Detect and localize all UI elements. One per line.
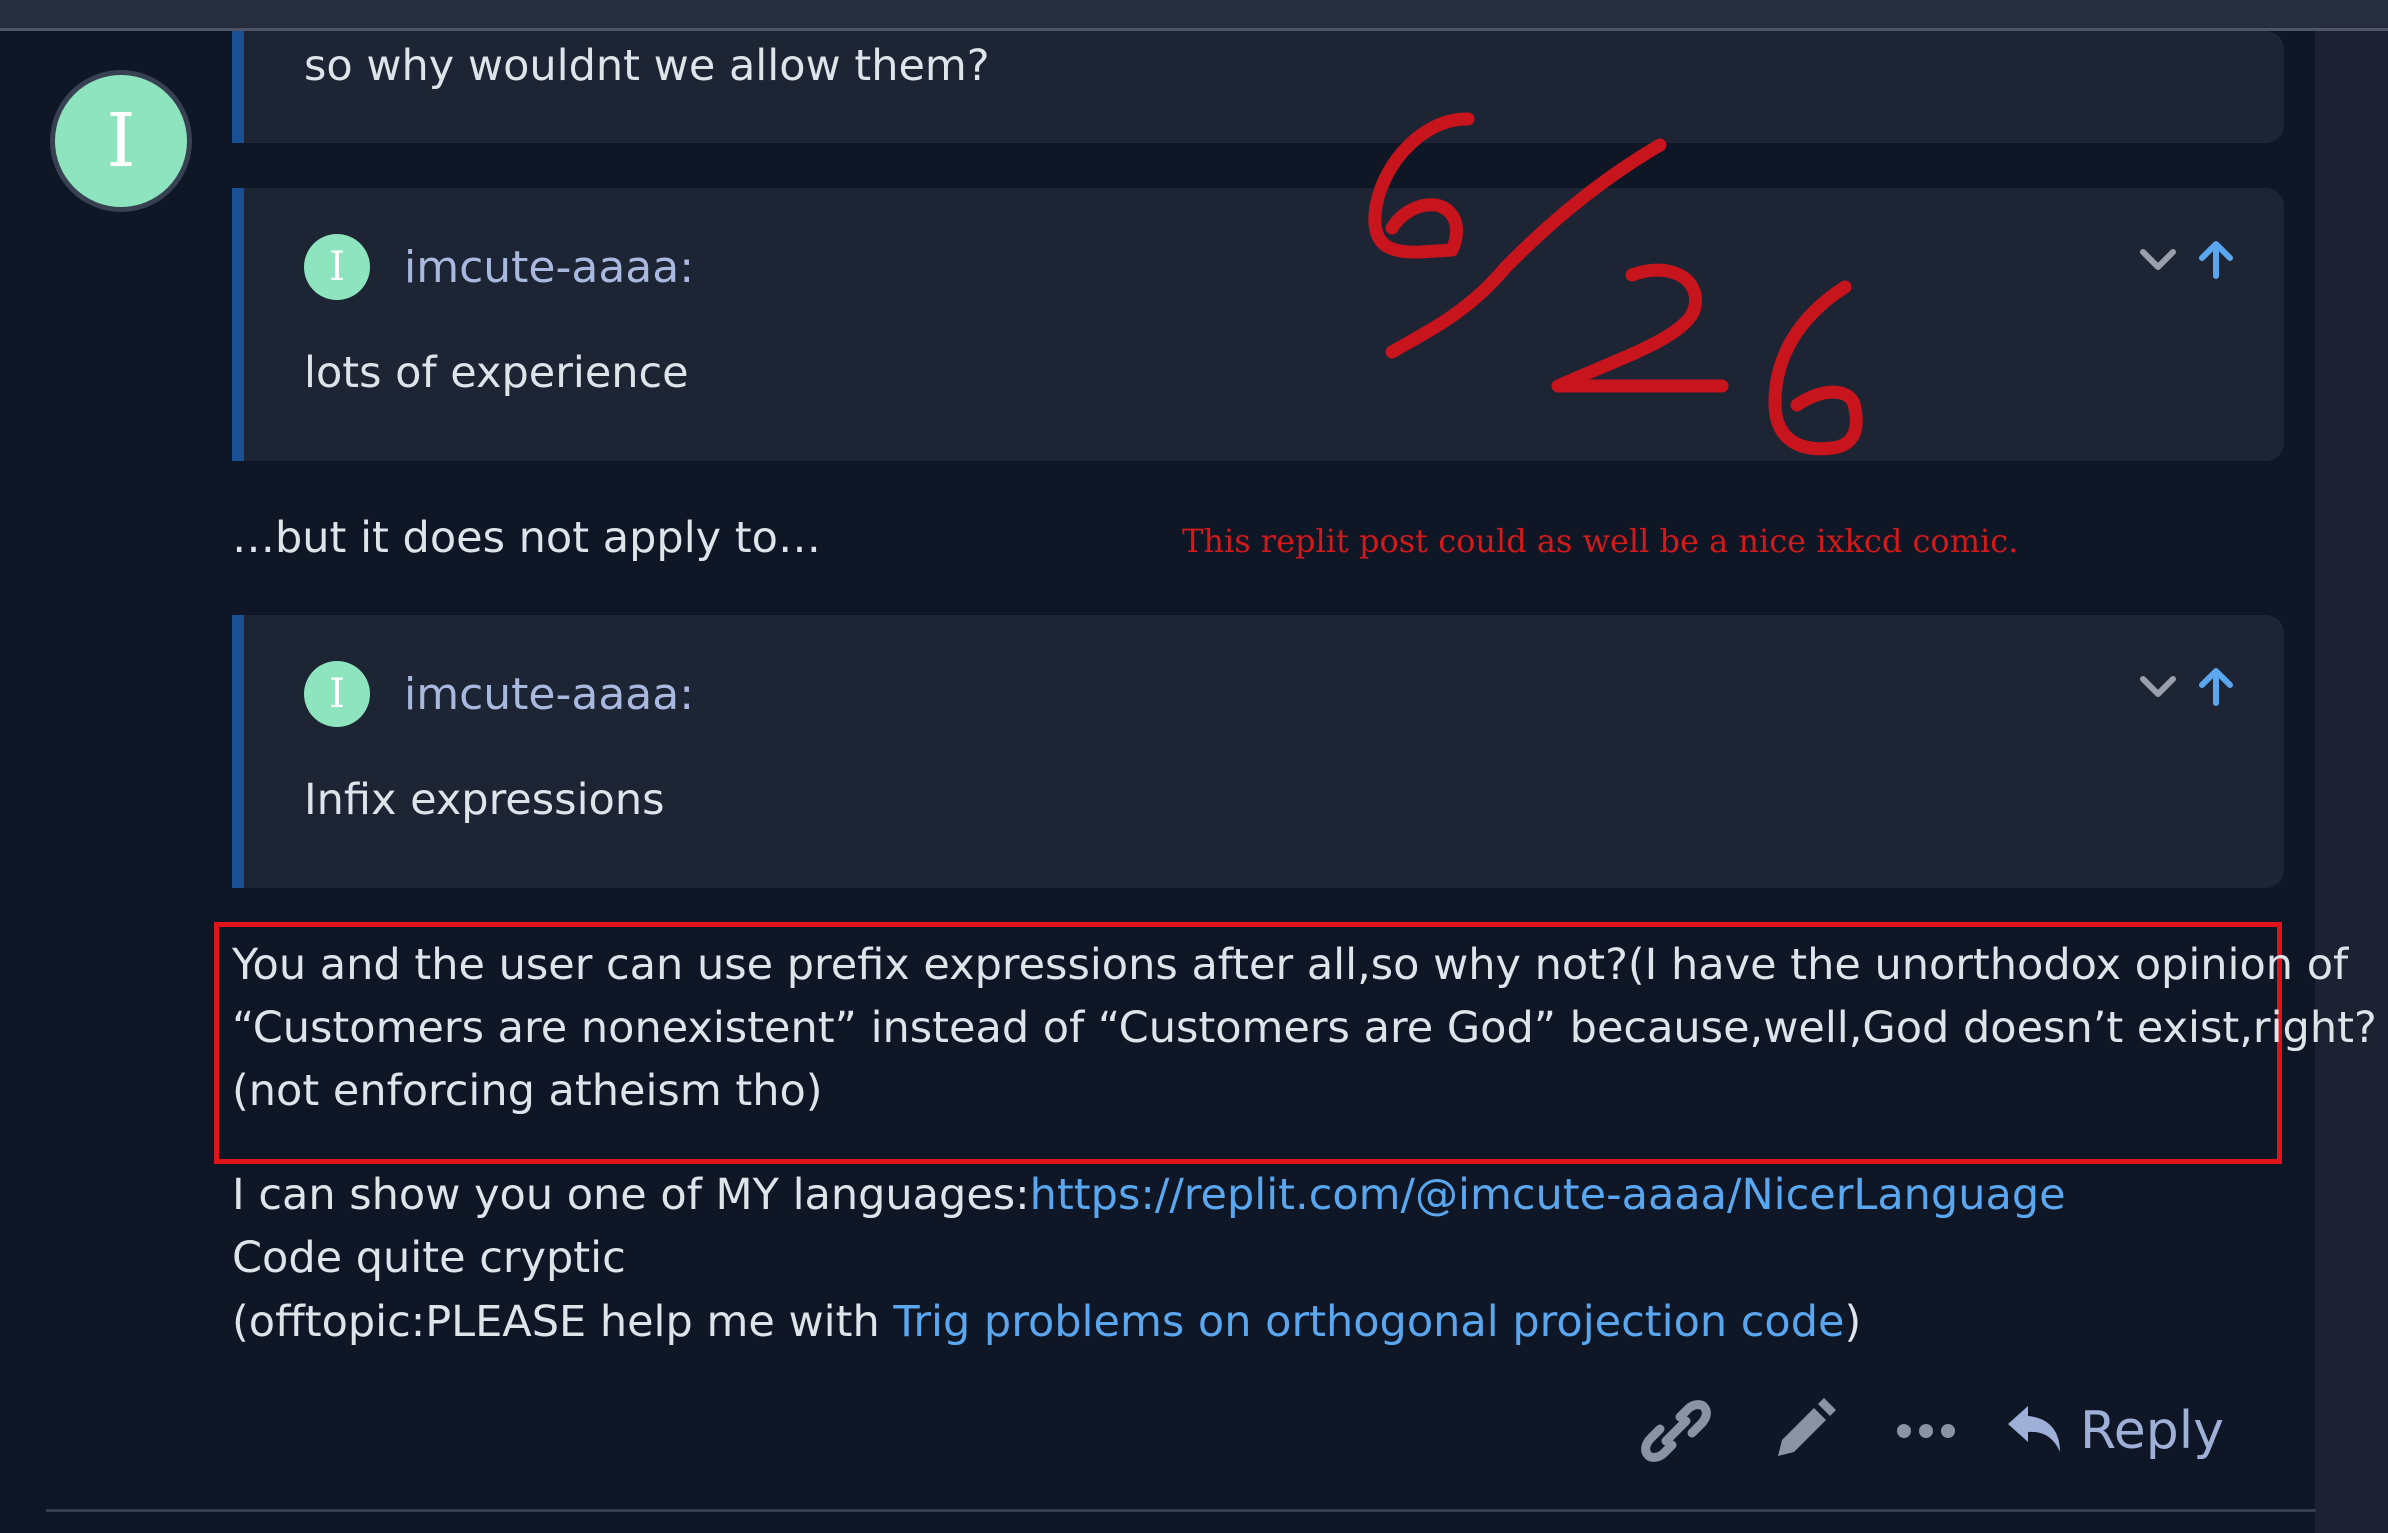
link-icon[interactable] <box>1640 1395 1712 1467</box>
handwritten-score-annotation <box>1368 112 1863 456</box>
reply-label: Reply <box>2080 1401 2225 1461</box>
reply-button[interactable]: Reply <box>2004 1401 2224 1461</box>
post-divider <box>46 1509 2316 1512</box>
post-actions: Reply <box>1640 1395 2224 1467</box>
more-icon[interactable] <box>1894 1416 1958 1446</box>
pencil-icon[interactable] <box>1770 1398 1836 1464</box>
reply-icon <box>2004 1402 2064 1460</box>
